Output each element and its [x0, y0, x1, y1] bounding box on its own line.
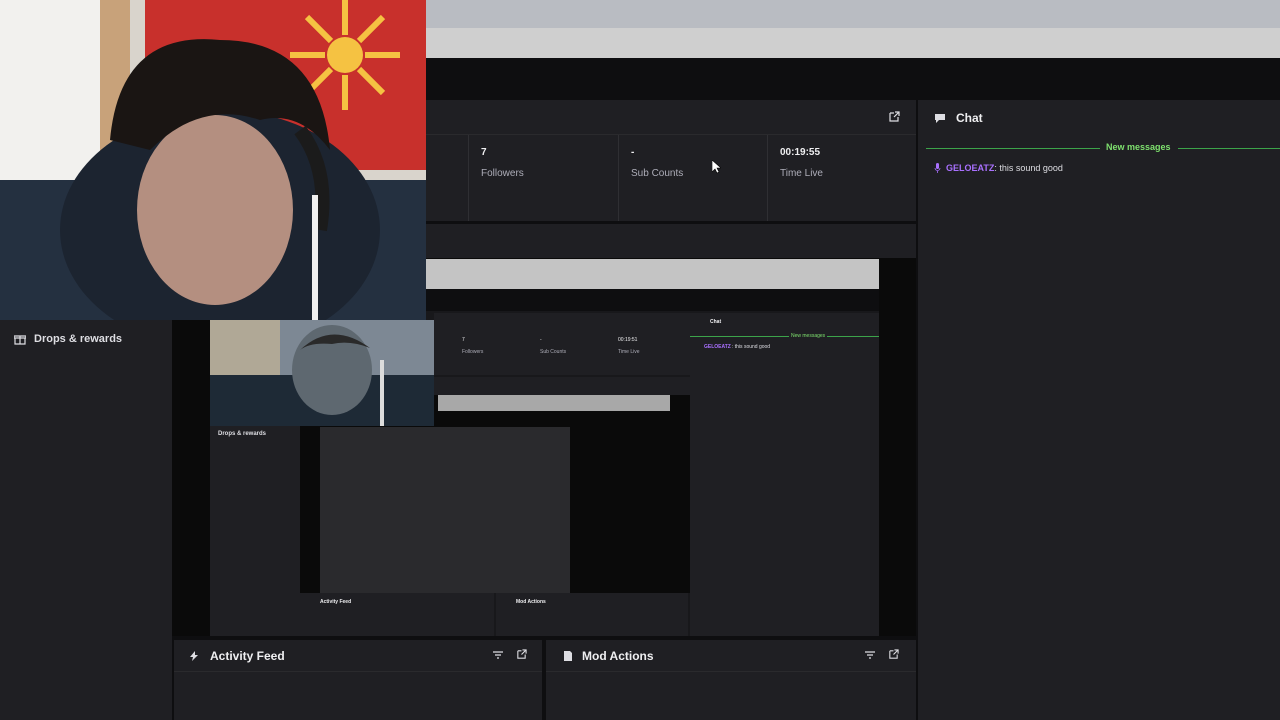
divider-line-right — [1178, 148, 1280, 149]
nested-new-line — [690, 336, 879, 337]
mod-actions-header: Mod Actions — [546, 640, 916, 672]
mod-actions-panel: Mod Actions — [546, 640, 916, 720]
nested-stats: 7 Followers - Sub Counts 00:19:51 Time L… — [434, 313, 690, 375]
nested-webcam-image — [210, 320, 434, 426]
nested-stat-value: 7 — [462, 337, 465, 343]
lightning-icon — [190, 650, 198, 661]
stat-value: 00:19:55 — [780, 147, 821, 158]
new-messages-label: New messages — [1106, 142, 1171, 152]
webcam-image — [0, 0, 426, 320]
stat-value: - — [631, 147, 635, 158]
nested-stat-value: 00:19:51 — [618, 337, 638, 343]
chat-username[interactable]: GELOEATZ — [946, 163, 994, 173]
nested-drops-label: Drops & rewards — [218, 431, 267, 437]
new-messages-divider: New messages — [926, 142, 1280, 156]
nested-activity-panel: Activity Feed — [300, 593, 494, 636]
microphone-icon — [934, 163, 941, 173]
nested-webcam — [210, 320, 434, 426]
nested-chat-text: : this sound good — [732, 344, 771, 350]
activity-feed-header: Activity Feed — [174, 640, 542, 672]
chat-panel — [918, 100, 1280, 720]
nested-stat-value: - — [540, 337, 542, 343]
nested-mod-title: Mod Actions — [516, 599, 546, 605]
stat-followers: 7 Followers — [469, 135, 619, 221]
nested-new-messages: New messages — [789, 333, 828, 339]
chat-bubble-icon — [935, 114, 945, 123]
popout-icon[interactable] — [888, 649, 899, 660]
nested-activity-title: Activity Feed — [320, 599, 352, 605]
chat-message: GELOEATZ: this sound good — [934, 163, 1063, 173]
nested-chat: Chat New messages GELOEATZ : this sound … — [690, 313, 879, 636]
activity-feed-title: Activity Feed — [210, 648, 285, 663]
mouse-cursor-icon — [712, 160, 721, 174]
stat-value: 7 — [481, 147, 487, 158]
chat-header: Chat — [934, 108, 983, 128]
webcam-overlay — [0, 0, 426, 320]
nested-stat-label: Sub Counts — [540, 349, 567, 355]
popout-icon[interactable] — [888, 111, 900, 123]
nested-stat-label: Time Live — [618, 349, 640, 355]
sidebar-item-label: Drops & rewards — [34, 333, 123, 345]
stat-label: Time Live — [780, 168, 823, 179]
chat-text: : this sound good — [994, 163, 1063, 173]
nested-chat-user: GELOEATZ — [704, 344, 731, 350]
sidebar-item-drops[interactable]: Drops & rewards — [14, 330, 164, 348]
stat-sub-counts: - Sub Counts — [619, 135, 768, 221]
mod-actions-title: Mod Actions — [582, 648, 654, 663]
nested-deep-bar — [438, 395, 670, 411]
stat-label: Followers — [481, 168, 524, 179]
popout-icon[interactable] — [516, 649, 527, 660]
stat-label: Sub Counts — [631, 168, 684, 179]
nested-deep-view — [320, 427, 570, 593]
divider-line-left — [926, 148, 1100, 149]
chat-title: Chat — [956, 111, 983, 125]
gift-icon — [14, 335, 26, 345]
filter-icon[interactable] — [492, 650, 504, 660]
document-icon — [564, 650, 572, 661]
filter-icon[interactable] — [864, 650, 876, 660]
activity-feed-panel: Activity Feed — [174, 640, 542, 720]
stat-time-live: 00:19:55 Time Live — [768, 135, 916, 221]
nested-mod-panel: Mod Actions — [496, 593, 688, 636]
nested-stat-label: Followers — [462, 349, 484, 355]
nested-chat-title: Chat — [710, 319, 722, 325]
